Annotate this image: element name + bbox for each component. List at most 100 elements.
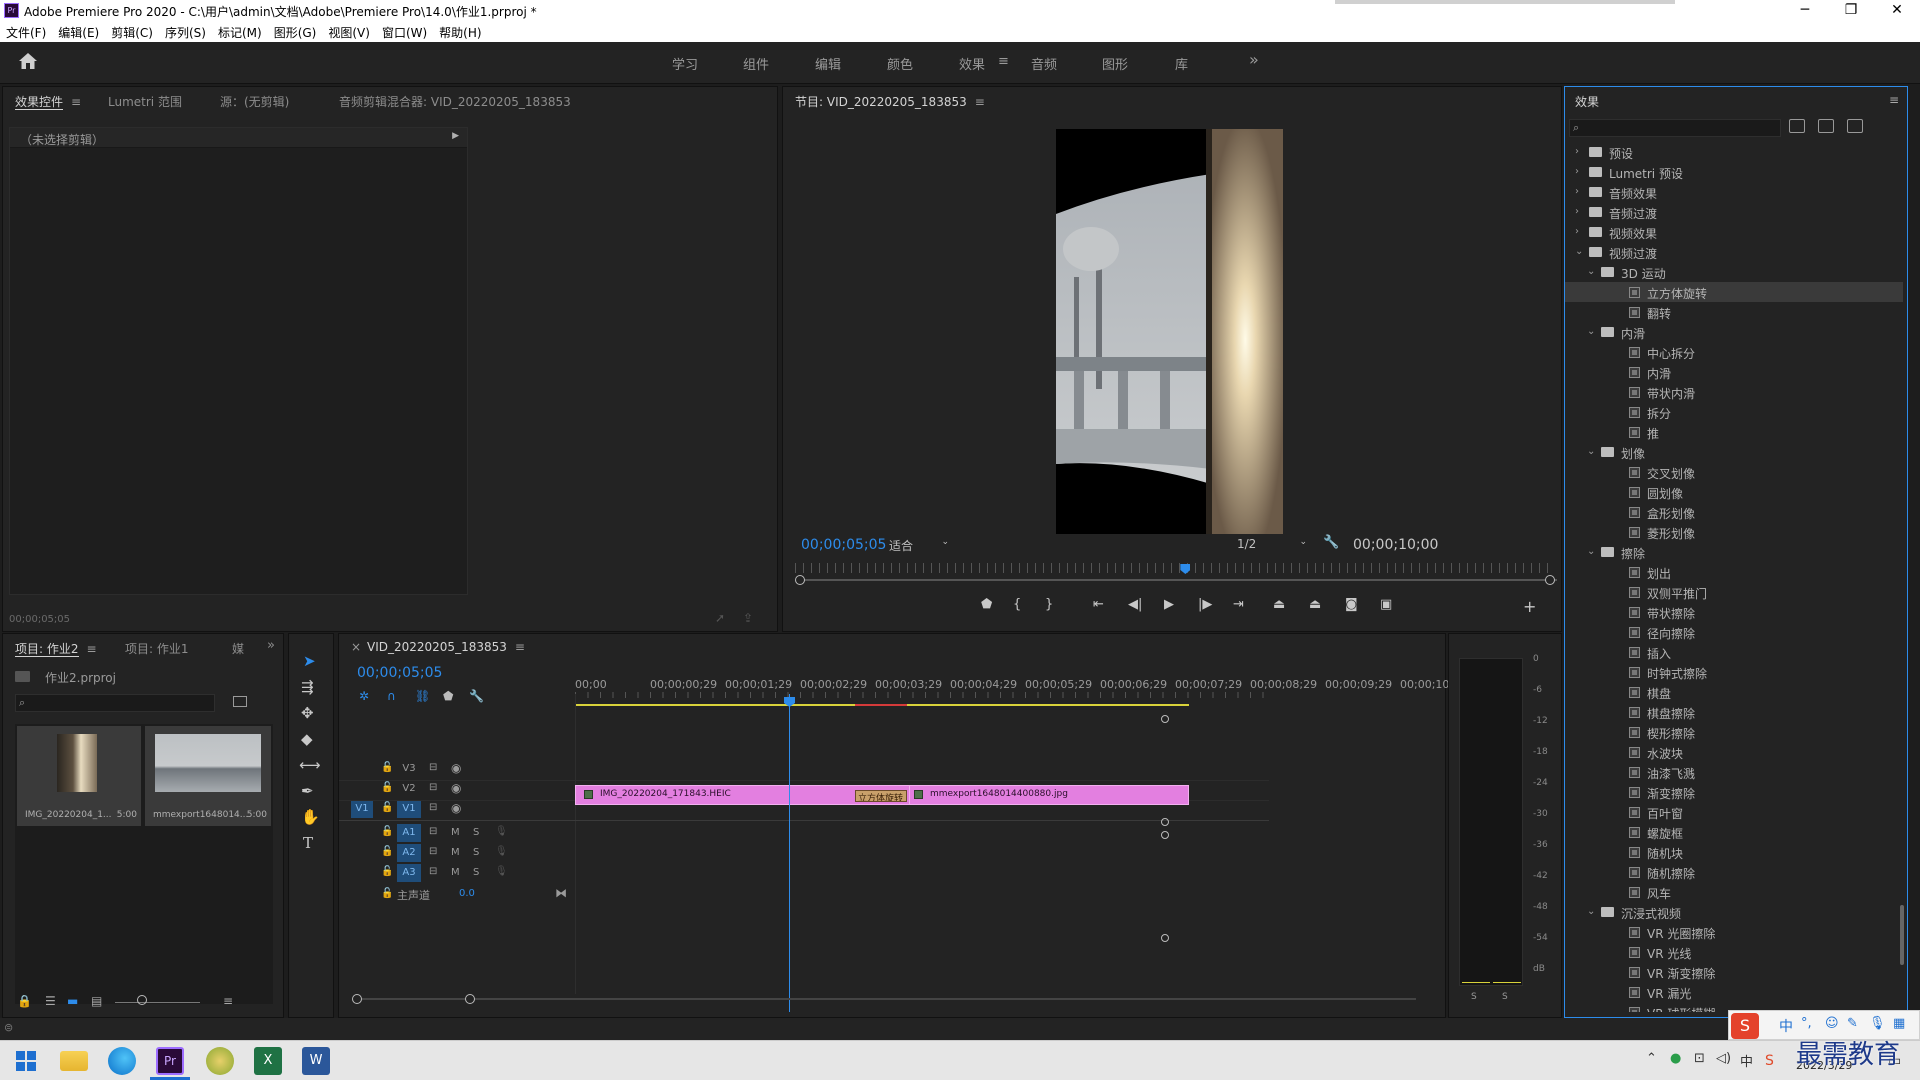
track-target-a1[interactable]: A1 <box>397 824 421 842</box>
effects-folder-9[interactable]: ⌄ 内滑 <box>1565 322 1903 342</box>
effect-item-25[interactable]: 插入 <box>1565 642 1903 662</box>
solo-right-button[interactable]: S <box>1502 992 1508 1002</box>
menu-sequence[interactable]: 序列(S) <box>159 22 212 41</box>
effect-item-24[interactable]: 径向擦除 <box>1565 622 1903 642</box>
effect-item-13[interactable]: 拆分 <box>1565 402 1903 422</box>
solo-button[interactable]: S <box>473 847 479 858</box>
go-to-out-icon[interactable]: ⇥ <box>1233 597 1244 612</box>
effect-item-19[interactable]: 菱形划像 <box>1565 522 1903 542</box>
timeline-settings-icon[interactable]: 🔧 <box>469 689 484 703</box>
sogou-tray-icon[interactable]: S <box>1765 1053 1774 1069</box>
add-button-icon[interactable]: + <box>1523 597 1536 616</box>
tab-audio-clip-mixer[interactable]: 音频剪辑混合器: VID_20220205_183853 <box>339 93 571 110</box>
effect-item-16[interactable]: 交叉划像 <box>1565 462 1903 482</box>
slip-tool-icon[interactable]: ⟷ <box>299 756 321 774</box>
ime-mode[interactable]: 中 <box>1779 1016 1793 1036</box>
effect-item-30[interactable]: 水波块 <box>1565 742 1903 762</box>
ripple-edit-tool-icon[interactable]: ✥ <box>301 704 314 722</box>
timeline-h-scroll-track[interactable] <box>356 998 1416 1000</box>
new-bin-icon[interactable] <box>233 696 247 707</box>
go-to-in-icon[interactable]: ⇤ <box>1093 597 1104 612</box>
export-frame-icon[interactable]: ➚ <box>715 611 725 625</box>
yuv-effects-icon[interactable] <box>1847 119 1863 133</box>
effect-item-34[interactable]: 螺旋框 <box>1565 822 1903 842</box>
razor-tool-icon[interactable]: ◆ <box>301 730 313 748</box>
sync-lock-icon[interactable]: ⊟ <box>429 762 437 773</box>
edge-browser-icon[interactable] <box>108 1047 136 1075</box>
nest-toggle-icon[interactable]: ✲ <box>359 689 369 703</box>
effects-folder-38[interactable]: ⌄ 沉浸式视频 <box>1565 902 1903 922</box>
ime-indicator[interactable]: 中 <box>1740 1051 1753 1070</box>
effect-item-33[interactable]: 百叶窗 <box>1565 802 1903 822</box>
tab-source[interactable]: 源：(无剪辑) <box>220 93 289 110</box>
windows-start-icon[interactable] <box>12 1047 40 1075</box>
mute-button[interactable]: M <box>451 867 460 878</box>
effect-item-11[interactable]: 内滑 <box>1565 362 1903 382</box>
premiere-taskbar-icon[interactable]: Pr <box>156 1047 184 1075</box>
lock-icon[interactable]: 🔒 <box>17 994 32 1008</box>
master-expand-icon[interactable]: ⧓ <box>555 886 567 900</box>
mic-icon[interactable]: 🎙 <box>495 846 508 857</box>
step-back-icon[interactable]: ◀| <box>1128 597 1142 612</box>
punctuation-icon[interactable]: °, <box>1801 1016 1812 1031</box>
list-view-icon[interactable]: ☰ <box>45 994 56 1008</box>
mute-button[interactable]: M <box>451 847 460 858</box>
effects-folder-1[interactable]: › Lumetri 预设 <box>1565 162 1903 182</box>
effect-item-8[interactable]: 翻转 <box>1565 302 1903 322</box>
linked-selection-icon[interactable]: ⛓ <box>415 689 430 703</box>
effect-item-41[interactable]: VR 渐变擦除 <box>1565 962 1903 982</box>
effect-item-21[interactable]: 划出 <box>1565 562 1903 582</box>
network-icon[interactable]: ⊡ <box>1694 1051 1705 1066</box>
effect-item-22[interactable]: 双侧平推门 <box>1565 582 1903 602</box>
chevron-right-icon[interactable]: › <box>1575 146 1579 157</box>
tray-chevron-icon[interactable]: ⌃ <box>1646 1051 1657 1066</box>
effect-item-42[interactable]: VR 漏光 <box>1565 982 1903 1002</box>
chevron-right-icon[interactable]: › <box>1575 206 1579 217</box>
effects-folder-0[interactable]: › 预设 <box>1565 142 1903 162</box>
workspace-libraries[interactable]: 库 <box>1175 54 1188 73</box>
track-target-a3[interactable]: A3 <box>397 864 421 882</box>
clip-thumbnail-1[interactable]: IMG_20220204_1... 5:00 <box>17 726 141 826</box>
effects-folder-6[interactable]: ⌄ 3D 运动 <box>1565 262 1903 282</box>
menu-file[interactable]: 文件(F) <box>0 22 52 41</box>
effects-scrollbar[interactable] <box>1900 905 1904 965</box>
chevron-down-icon[interactable]: ⌄ <box>1587 266 1595 277</box>
workspace-color[interactable]: 颜色 <box>887 54 913 73</box>
effects-folder-3[interactable]: › 音频过渡 <box>1565 202 1903 222</box>
effect-item-32[interactable]: 渐变擦除 <box>1565 782 1903 802</box>
chevron-right-icon[interactable]: › <box>1575 166 1579 177</box>
video-scroll-handle-top[interactable] <box>1161 715 1169 723</box>
add-marker-icon[interactable]: ⬟ <box>443 689 453 703</box>
effect-item-12[interactable]: 带状内滑 <box>1565 382 1903 402</box>
compare-view-icon[interactable]: ▣ <box>1380 597 1392 612</box>
maximize-button[interactable]: ❐ <box>1828 0 1874 22</box>
workspace-graphics[interactable]: 图形 <box>1102 54 1128 73</box>
solo-button[interactable]: S <box>473 867 479 878</box>
icon-view-icon[interactable]: ▬ <box>67 994 78 1008</box>
sync-lock-icon[interactable]: ⊟ <box>429 782 437 793</box>
track-lock-icon[interactable]: 🔓 <box>381 802 393 813</box>
mic-icon[interactable]: 🎙 <box>495 826 508 837</box>
effect-item-28[interactable]: 棋盘擦除 <box>1565 702 1903 722</box>
tab-project-1[interactable]: 项目: 作业1 <box>125 640 189 657</box>
effects-menu-icon[interactable]: ≡ <box>1889 93 1899 107</box>
track-select-tool-icon[interactable]: ⇶ <box>301 678 314 696</box>
expand-arrow-icon[interactable]: ▶ <box>452 131 459 141</box>
extract-icon[interactable]: ⏏ <box>1309 597 1321 612</box>
thumbnail-size-handle[interactable] <box>137 995 147 1005</box>
program-scrub-ruler[interactable] <box>795 563 1553 573</box>
effect-item-14[interactable]: 推 <box>1565 422 1903 442</box>
file-explorer-icon[interactable] <box>60 1051 88 1071</box>
emoji-icon[interactable]: ☺ <box>1825 1016 1839 1031</box>
track-target-a2[interactable]: A2 <box>397 844 421 862</box>
effects-folder-4[interactable]: › 视频效果 <box>1565 222 1903 242</box>
menu-marker[interactable]: 标记(M) <box>212 22 268 41</box>
chevron-down-icon[interactable]: ⌄ <box>1587 546 1595 557</box>
track-target-v1[interactable]: V1 <box>397 800 421 818</box>
effect-item-10[interactable]: 中心拆分 <box>1565 342 1903 362</box>
hand-tool-icon[interactable]: ✋ <box>301 808 320 826</box>
chevron-down-icon[interactable]: ⌄ <box>1575 246 1583 257</box>
tab-media[interactable]: 媒 <box>232 640 244 657</box>
lift-icon[interactable]: ⏏ <box>1273 597 1285 612</box>
filter-icon[interactable]: ⇪ <box>743 611 753 625</box>
